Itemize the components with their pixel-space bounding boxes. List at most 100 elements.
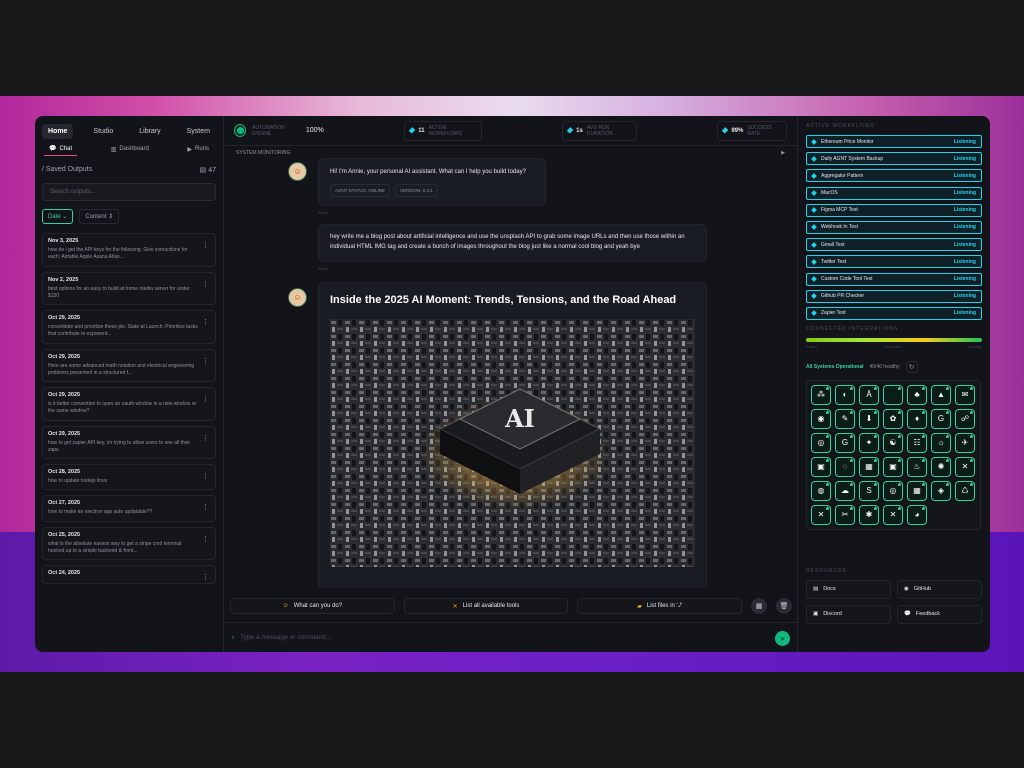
- avg-run-stat: 1s AVG RUN DURATION: [561, 120, 637, 141]
- integration-icon[interactable]: ✿: [883, 408, 903, 429]
- integration-icon[interactable]: ▦: [859, 456, 879, 477]
- output-list-item[interactable]: Oct 28, 2025 how to update nodejs linux ⋮: [42, 464, 216, 491]
- integration-icon[interactable]: ☼: [931, 432, 951, 453]
- discord-label: Discord: [823, 611, 842, 618]
- integration-icon[interactable]: ♦: [907, 408, 927, 429]
- search-outputs-input[interactable]: Search outputs...: [42, 183, 216, 201]
- integration-icon[interactable]: ☍: [955, 408, 975, 429]
- workflow-item[interactable]: Aggregator Pattern Listening: [806, 169, 982, 183]
- integration-icon[interactable]: ▣: [883, 456, 903, 477]
- integration-icon[interactable]: ▲: [931, 384, 951, 405]
- workflow-item[interactable]: Custom Code Tool Test Listening: [806, 272, 982, 286]
- integration-icon[interactable]: ♨: [907, 456, 927, 477]
- filter-content-label: Content: [85, 214, 107, 220]
- tab-library[interactable]: Library: [133, 124, 166, 139]
- message-input[interactable]: Type a message or command...: [240, 634, 331, 641]
- integration-icon[interactable]: ✺: [931, 456, 951, 477]
- github-link[interactable]: ◉ GitHub: [897, 579, 982, 599]
- integration-icon[interactable]: ◍: [811, 480, 831, 501]
- integration-icon[interactable]: G: [835, 432, 855, 453]
- more-options-icon[interactable]: ⋮: [202, 357, 209, 365]
- integration-icon[interactable]: [883, 384, 903, 405]
- integration-icon[interactable]: ✎: [835, 408, 855, 429]
- integration-icon[interactable]: ☷: [907, 432, 927, 453]
- diamond-icon: [811, 276, 817, 282]
- more-options-icon[interactable]: ⋮: [202, 573, 209, 581]
- integration-icon[interactable]: ✈: [955, 432, 975, 453]
- more-options-icon[interactable]: ⋮: [202, 472, 209, 480]
- output-list-item[interactable]: Oct 24, 2025 ⋮: [42, 565, 216, 584]
- integration-icon[interactable]: ▦: [907, 480, 927, 501]
- integration-icon[interactable]: ⬇: [859, 408, 879, 429]
- output-list-item[interactable]: Nov 2, 2025 best options for an easy to b…: [42, 271, 216, 305]
- integration-icon[interactable]: G: [931, 408, 951, 429]
- subtab-chat[interactable]: 💬 Chat: [44, 142, 78, 156]
- suggestion-list-files[interactable]: ▰ List files in './': [577, 598, 743, 614]
- filter-date-button[interactable]: Date ⌄: [42, 209, 74, 224]
- integration-icon[interactable]: ▣: [811, 456, 831, 477]
- calendar-button[interactable]: ▦: [751, 598, 768, 614]
- integration-icon[interactable]: ♣: [907, 384, 927, 405]
- output-list-item[interactable]: Oct 29, 2025 consolidate and prioritize t…: [42, 310, 216, 344]
- integration-icon[interactable]: ✦: [859, 432, 879, 453]
- filter-content-button[interactable]: Content ⇕: [79, 209, 120, 224]
- more-options-icon[interactable]: ⋮: [202, 241, 209, 249]
- more-options-icon[interactable]: ⋮: [202, 395, 209, 403]
- suggestion-what-can-you-do[interactable]: ☺ What can you do?: [230, 598, 395, 614]
- tab-home[interactable]: Home: [42, 124, 74, 139]
- workflow-item[interactable]: Daily AGNT System Backup Listening: [806, 152, 982, 166]
- workflow-item[interactable]: Gmail Test Listening: [806, 238, 982, 252]
- docs-link[interactable]: ▤ Docs: [806, 579, 891, 599]
- integration-icon[interactable]: ✕: [811, 504, 831, 525]
- more-options-icon[interactable]: ⋮: [202, 503, 209, 511]
- workflow-item[interactable]: Ethereum Price Monitor Listening: [806, 135, 982, 148]
- message-input-bar: › Type a message or command... ➤: [224, 622, 798, 652]
- integration-icon[interactable]: S: [859, 480, 879, 501]
- trash-button[interactable]: 🗑: [776, 598, 792, 614]
- workflow-item[interactable]: Twitter Test Listening: [806, 255, 982, 269]
- workflow-item[interactable]: Github PR Checker Listening: [806, 289, 982, 303]
- more-options-icon[interactable]: ⋮: [202, 535, 209, 543]
- integration-icon[interactable]: ◐: [835, 384, 855, 405]
- integration-icon[interactable]: ☁: [835, 480, 855, 501]
- subtab-runs[interactable]: ▶ Runs: [182, 142, 214, 156]
- send-button[interactable]: ➤: [775, 631, 790, 646]
- integration-icon[interactable]: ♺: [955, 480, 975, 501]
- more-options-icon[interactable]: ⋮: [202, 280, 209, 288]
- feedback-link[interactable]: 💬 Feedback: [897, 604, 982, 624]
- integration-icon[interactable]: ◌: [835, 456, 855, 477]
- workflow-status: Listening: [953, 172, 976, 179]
- refresh-button[interactable]: ↻: [905, 360, 918, 373]
- integration-icon[interactable]: ◎: [883, 480, 903, 501]
- integration-icon[interactable]: ✕: [883, 504, 903, 525]
- workflow-item[interactable]: MacOS Listening: [806, 186, 982, 200]
- output-list-item[interactable]: Oct 27, 2025 how to make an electron app …: [42, 495, 216, 522]
- discord-link[interactable]: ▣ Discord: [806, 604, 891, 624]
- output-list-item[interactable]: Oct 29, 2025 how to get zapier API key, i…: [42, 425, 216, 459]
- workflow-item[interactable]: Webhook In Test Listening: [806, 220, 982, 234]
- output-list-item[interactable]: Nov 3, 2025 how do i get the API keys for…: [42, 233, 216, 267]
- success-rate-stat: 99% SUCCESS RATE: [716, 120, 788, 141]
- tab-system[interactable]: System: [181, 124, 216, 139]
- output-list-item[interactable]: Oct 29, 2025 Here are some advanced math …: [42, 348, 216, 382]
- integration-icon[interactable]: ✉: [955, 384, 975, 405]
- more-options-icon[interactable]: ⋮: [202, 318, 209, 326]
- subtab-dashboard[interactable]: ▥ Dashboard: [106, 142, 154, 156]
- output-list-item[interactable]: Oct 29, 2025 is it better convention to o…: [42, 387, 216, 421]
- integration-icon[interactable]: ◈: [931, 480, 951, 501]
- integration-icon[interactable]: Ā: [859, 384, 879, 405]
- more-options-icon[interactable]: ⋮: [202, 434, 209, 442]
- integration-icon[interactable]: ☯: [883, 432, 903, 453]
- integration-icon[interactable]: ✂: [835, 504, 855, 525]
- tab-studio[interactable]: Studio: [87, 124, 119, 139]
- workflow-item[interactable]: Figma MCP Test Listening: [806, 203, 982, 217]
- integration-icon[interactable]: ◕: [907, 504, 927, 525]
- suggestion-list-tools[interactable]: ✕ List all available tools: [403, 598, 569, 614]
- integration-icon[interactable]: ✕: [955, 456, 975, 477]
- integration-icon[interactable]: ◎: [811, 432, 831, 453]
- integration-icon[interactable]: ⁂: [811, 384, 831, 405]
- integration-icon[interactable]: ✱: [859, 504, 879, 525]
- workflow-item[interactable]: Zapier Test Listening: [806, 306, 982, 320]
- output-list-item[interactable]: Oct 25, 2025 what is the absolute easiest…: [42, 526, 216, 560]
- integration-icon[interactable]: ◉: [811, 408, 831, 429]
